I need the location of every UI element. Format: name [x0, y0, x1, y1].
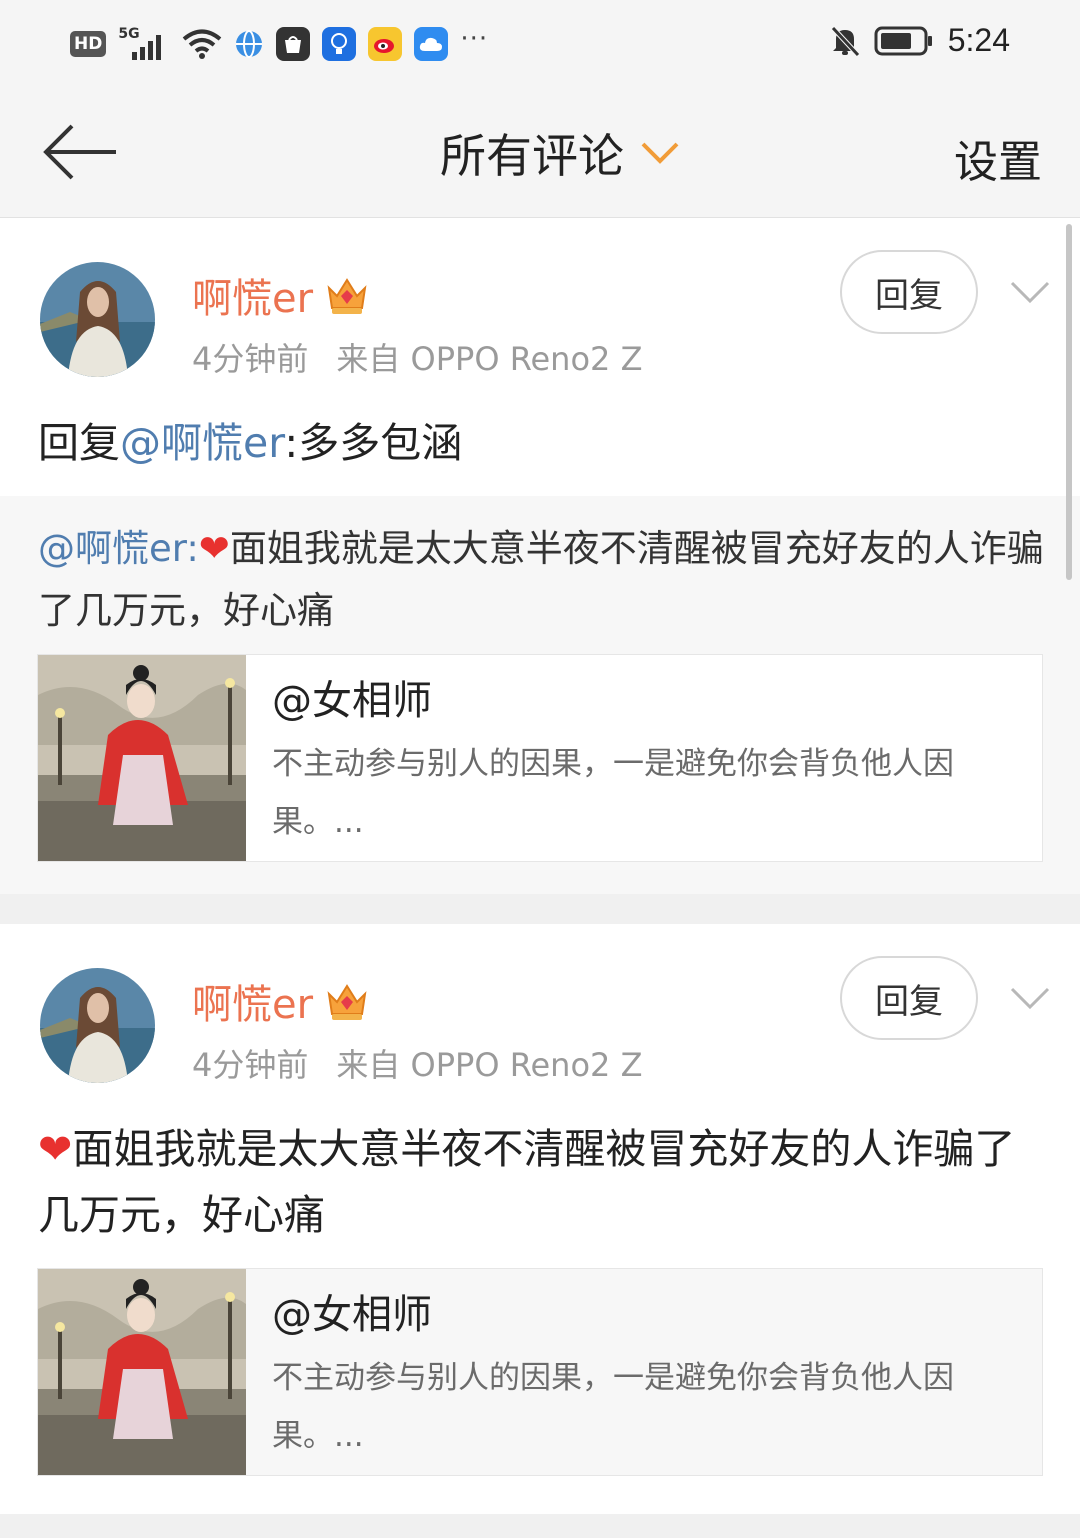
page-title: 所有评论	[440, 129, 624, 183]
shared-post-content: @女相师 不主动参与别人的因果，一是避免你会背负他人因果。...	[246, 655, 1052, 861]
clock: 5:24	[947, 22, 1010, 58]
chevron-down-icon	[641, 142, 679, 164]
reply-button[interactable]: 回复	[840, 956, 978, 1040]
avatar[interactable]	[40, 968, 155, 1083]
back-arrow-icon	[43, 124, 116, 180]
username[interactable]: 啊慌er	[192, 972, 369, 1030]
bulb-app-icon	[322, 27, 357, 61]
heart-emoji-icon: ❤	[198, 527, 230, 570]
battery-icon	[874, 26, 932, 55]
weibo-icon	[368, 27, 403, 61]
comment-text: 回复@啊慌er:多多包涵	[38, 410, 1048, 476]
feed-separator	[0, 1514, 1080, 1538]
shared-post-content: @女相师 不主动参与别人的因果，一是避免你会背负他人因果。...	[246, 1269, 1052, 1475]
chevron-down-icon[interactable]	[1010, 280, 1050, 304]
bell-muted-icon	[830, 25, 860, 57]
more-notifications: ···	[460, 24, 489, 54]
hd-badge: HD	[70, 31, 107, 57]
shared-post-author: @女相师	[272, 678, 432, 724]
device-source: 来自 OPPO Reno2 Z	[336, 340, 643, 378]
timestamp: 4分钟前	[192, 340, 309, 378]
settings-button[interactable]: 设置	[954, 126, 1042, 190]
status-bar: HD 5G ··· 5:24	[0, 0, 1080, 96]
signal-icon: 5G	[118, 26, 170, 62]
status-icons-left: HD 5G ···	[70, 24, 489, 62]
heart-emoji-icon: ❤	[38, 1125, 73, 1173]
status-icons-right: 5:24	[830, 22, 1010, 59]
post-thumbnail	[38, 1269, 246, 1475]
mention-link[interactable]: @啊慌er	[120, 419, 284, 467]
shared-post-author: @女相师	[272, 1292, 432, 1338]
comment-meta: 4分钟前 来自 OPPO Reno2 Z	[192, 1040, 643, 1086]
username-text: 啊慌er	[192, 982, 314, 1028]
comment-text: ❤面姐我就是太大意半夜不清醒被冒充好友的人诈骗了几万元，好心痛	[38, 1116, 1048, 1248]
quoted-comment-text: @啊慌er:❤面姐我就是太大意半夜不清醒被冒充好友的人诈骗了几万元，好心痛	[38, 518, 1048, 642]
quoted-comment[interactable]: @啊慌er:❤面姐我就是太大意半夜不清醒被冒充好友的人诈骗了几万元，好心痛 @女…	[0, 496, 1080, 894]
comment-meta: 4分钟前 来自 OPPO Reno2 Z	[192, 334, 643, 380]
comment-body: 面姐我就是太大意半夜不清醒被冒充好友的人诈骗了几万元，好心痛	[38, 1125, 1016, 1239]
timestamp: 4分钟前	[192, 1046, 309, 1084]
wifi-icon	[183, 29, 222, 59]
username-text: 啊慌er	[192, 276, 314, 322]
top-nav-bar: 所有评论 设置	[0, 96, 1080, 218]
comment-body: :多多包涵	[284, 419, 463, 467]
avatar[interactable]	[40, 262, 155, 377]
browser-icon	[236, 30, 263, 58]
shared-post-excerpt: 不主动参与别人的因果，一是避免你会背负他人因果。...	[272, 746, 954, 840]
comment-card[interactable]: 啊慌er 4分钟前 来自 OPPO Reno2 Z 回复 回复@啊慌er:多多包…	[0, 218, 1080, 894]
reply-button[interactable]: 回复	[840, 250, 978, 334]
shared-post-excerpt: 不主动参与别人的因果，一是避免你会背负他人因果。...	[272, 1360, 954, 1454]
back-button[interactable]	[40, 120, 120, 184]
comment-card[interactable]: 啊慌er 4分钟前 来自 OPPO Reno2 Z 回复 ❤面姐我就是太大意半夜…	[0, 924, 1080, 1514]
chevron-down-icon[interactable]	[1010, 986, 1050, 1010]
scrollbar[interactable]	[1066, 224, 1072, 580]
post-thumbnail	[38, 655, 246, 861]
mention-link[interactable]: @啊慌er:	[38, 527, 199, 570]
username[interactable]: 啊慌er	[192, 266, 369, 324]
vip-crown-icon	[327, 984, 367, 1020]
reply-prefix: 回复	[38, 419, 120, 467]
comment-filter-dropdown[interactable]: 所有评论	[440, 120, 680, 186]
cloud-icon	[414, 27, 449, 61]
bag-icon	[276, 27, 311, 61]
comment-feed: 啊慌er 4分钟前 来自 OPPO Reno2 Z 回复 回复@啊慌er:多多包…	[0, 218, 1080, 1538]
shared-post-card[interactable]: @女相师 不主动参与别人的因果，一是避免你会背负他人因果。...	[37, 1268, 1043, 1476]
shared-post-card[interactable]: @女相师 不主动参与别人的因果，一是避免你会背负他人因果。...	[37, 654, 1043, 862]
vip-crown-icon	[327, 278, 367, 314]
device-source: 来自 OPPO Reno2 Z	[336, 1046, 643, 1084]
